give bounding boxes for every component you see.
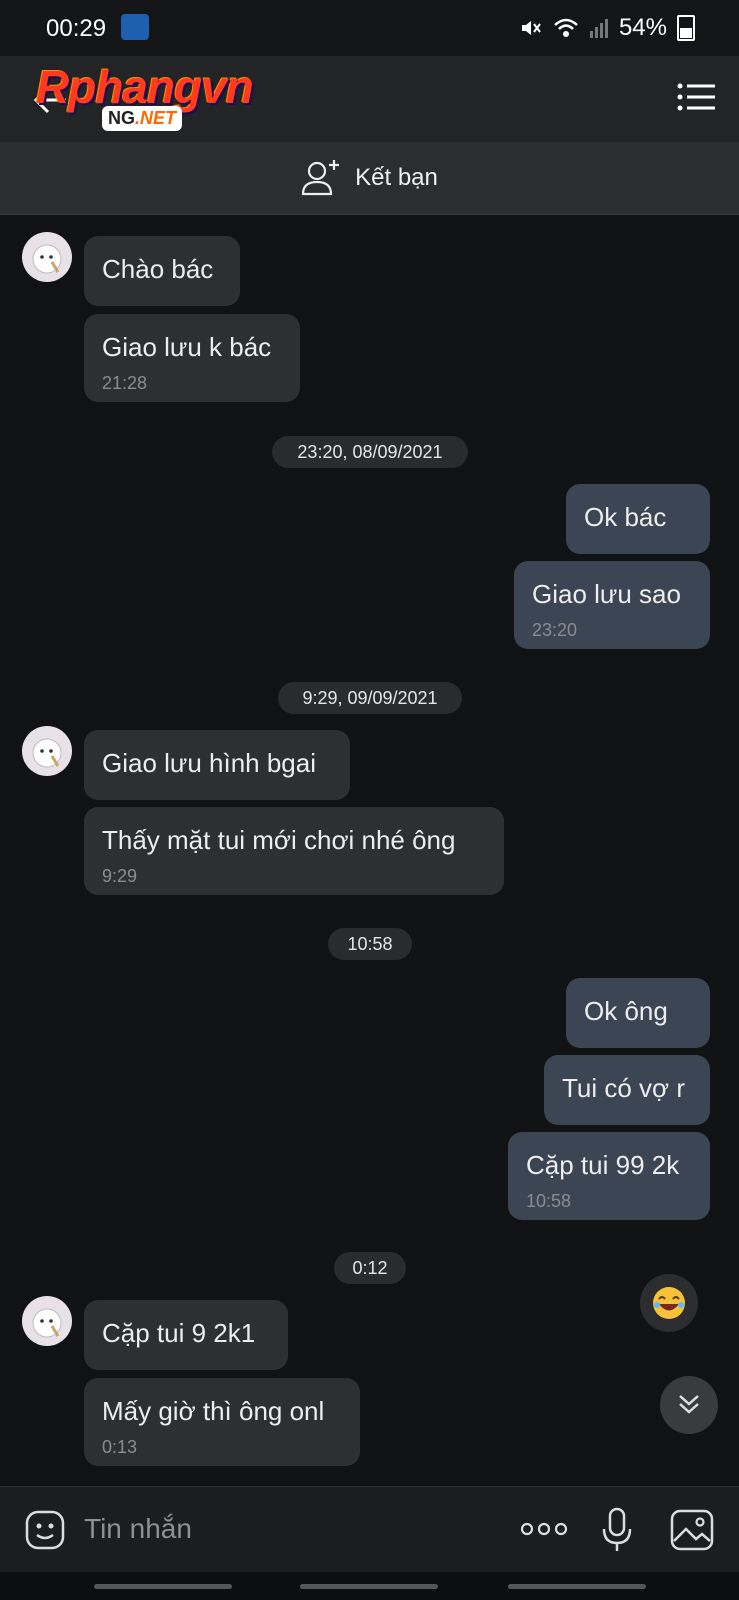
message-time: 23:20: [532, 620, 578, 640]
scroll-to-bottom-button[interactable]: [660, 1376, 718, 1434]
app-notification-icon: [121, 14, 149, 40]
add-friend-label: Kết bạn: [355, 164, 438, 191]
message-bubble-sent[interactable]: Cặp tui 99 2k 10:58: [508, 1132, 710, 1220]
message-bubble-sent[interactable]: Giao lưu sao 23:20: [514, 561, 710, 649]
message-text: Chào bác: [102, 254, 214, 284]
logo-badge: NG.NET: [102, 106, 183, 131]
message-bubble[interactable]: Chào bác: [84, 236, 240, 306]
contact-avatar[interactable]: [22, 1296, 72, 1346]
message-text: Cặp tui 9 2k1: [102, 1318, 256, 1348]
message-time: 0:13: [102, 1437, 138, 1457]
message-time: 10:58: [526, 1191, 572, 1211]
date-separator: 23:20, 08/09/2021: [272, 436, 468, 468]
battery-icon: [677, 15, 695, 41]
message-list[interactable]: Chào bác Giao lưu k bác 21:28 23:20, 08/…: [0, 214, 739, 1486]
message-text: Giao lưu sao: [532, 579, 681, 609]
avatar-image: [32, 244, 62, 274]
contact-avatar[interactable]: [22, 726, 72, 776]
message-bubble-sent[interactable]: Ok bác: [566, 484, 710, 554]
message-text: Giao lưu k bác: [102, 332, 272, 362]
laughing-emoji-icon: [653, 1287, 685, 1319]
status-time: 00:29: [46, 15, 107, 42]
watermark-logo: Rphangvn NG.NET: [36, 60, 254, 131]
more-options-icon[interactable]: [520, 1519, 568, 1539]
message-text: Tui có vợ r: [562, 1073, 685, 1103]
message-bubble-sent[interactable]: Ok ông: [566, 978, 710, 1048]
message-bubble[interactable]: Giao lưu hình bgai: [84, 730, 350, 800]
message-input[interactable]: Tin nhắn: [84, 1513, 192, 1545]
message-bubble[interactable]: Giao lưu k bác 21:28: [84, 314, 300, 402]
message-bubble[interactable]: Mấy giờ thì ông onl 0:13: [84, 1378, 360, 1466]
date-separator: 10:58: [328, 928, 412, 960]
message-bubble[interactable]: Thấy mặt tui mới chơi nhé ông 9:29: [84, 807, 504, 895]
mute-icon: [521, 21, 541, 35]
date-separator: 0:12: [334, 1252, 406, 1284]
system-nav-bar: [0, 1572, 739, 1600]
message-text: Cặp tui 99 2k: [526, 1150, 680, 1180]
add-user-icon: [302, 160, 340, 196]
message-bubble-sent[interactable]: Tui có vợ r: [544, 1055, 710, 1125]
message-text: Mấy giờ thì ông onl: [102, 1396, 325, 1426]
avatar-image: [32, 1308, 62, 1338]
add-friend-button[interactable]: Kết bạn: [0, 142, 739, 215]
message-bubble[interactable]: Cặp tui 9 2k1: [84, 1300, 288, 1370]
nav-back[interactable]: [508, 1584, 646, 1589]
message-text: Ok ông: [584, 996, 668, 1026]
message-input-bar: Tin nhắn: [0, 1486, 739, 1573]
message-time: 21:28: [102, 373, 148, 393]
chat-header: Rphangvn NG.NET: [0, 56, 739, 142]
nav-home[interactable]: [300, 1584, 438, 1589]
status-icons: 54%: [519, 14, 695, 42]
message-text: Thấy mặt tui mới chơi nhé ông: [102, 825, 456, 855]
sticker-icon[interactable]: [24, 1509, 66, 1551]
image-gallery-icon[interactable]: [670, 1509, 714, 1551]
menu-list-icon[interactable]: [677, 82, 715, 112]
contact-avatar[interactable]: [22, 232, 72, 282]
double-chevron-down-icon: [679, 1395, 699, 1414]
status-bar: 00:29 54%: [0, 0, 739, 56]
battery-percent: 54%: [618, 14, 667, 41]
avatar-image: [32, 738, 62, 768]
message-text: Giao lưu hình bgai: [102, 748, 316, 778]
reaction-button[interactable]: [640, 1274, 698, 1332]
signal-icon: [589, 19, 608, 38]
microphone-icon[interactable]: [600, 1507, 634, 1553]
date-separator: 9:29, 09/09/2021: [278, 682, 462, 714]
message-text: Ok bác: [584, 502, 667, 532]
wifi-icon: [554, 18, 578, 37]
message-time: 9:29: [102, 866, 138, 886]
nav-recents[interactable]: [94, 1584, 232, 1589]
